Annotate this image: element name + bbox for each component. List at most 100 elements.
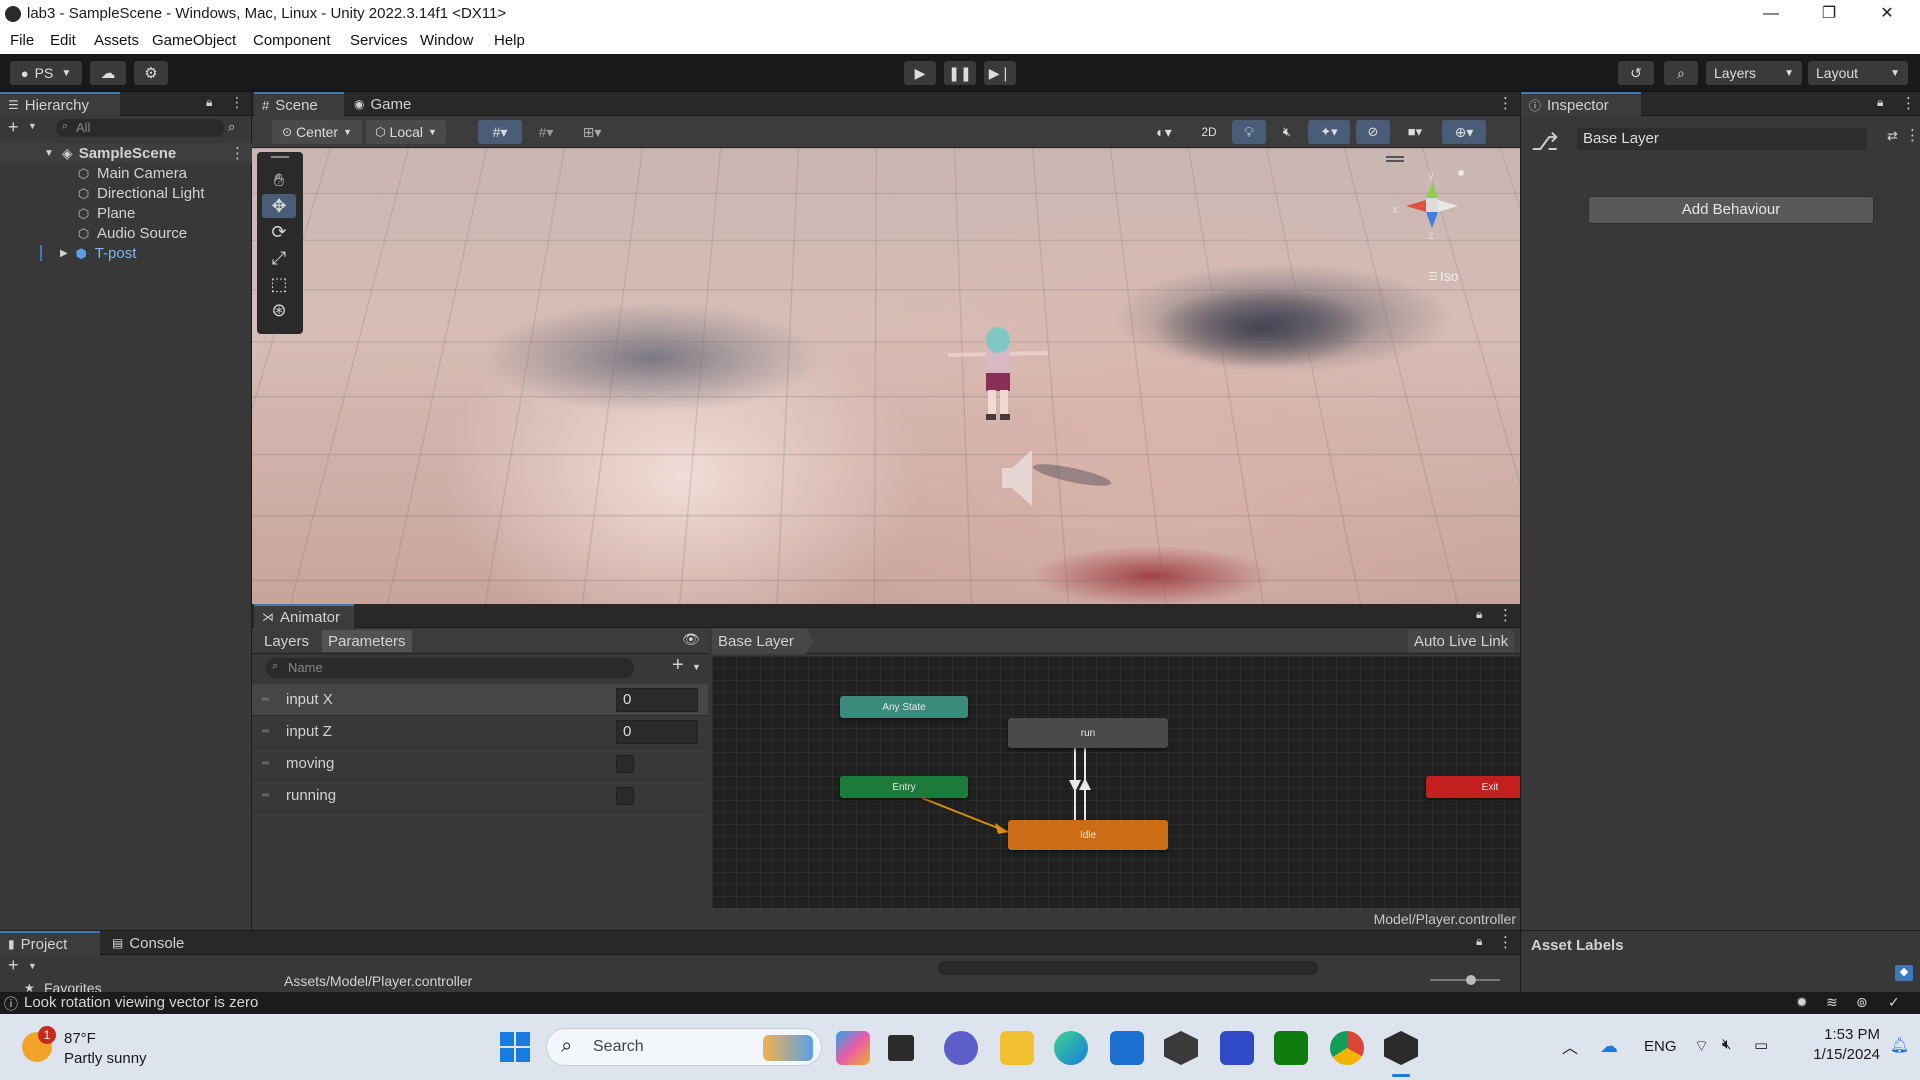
step-button[interactable]: ▶❘: [984, 61, 1016, 85]
collab-button[interactable]: ⚙: [134, 61, 168, 85]
menu-assets[interactable]: Assets: [94, 32, 139, 49]
parameter-row-input-z[interactable]: ═ input Z 0: [252, 716, 708, 748]
state-entry[interactable]: Entry: [840, 776, 968, 798]
menu-edit[interactable]: Edit: [50, 32, 76, 49]
edge-browser-icon[interactable]: [1054, 1031, 1088, 1065]
pause-button[interactable]: ❚❚: [944, 61, 976, 85]
scene-viewport[interactable]: ✋︎ ✥ ⟳ ⤢ ⬚ ⊛ y x z ■ ☰ Iso: [252, 148, 1520, 604]
hierarchy-item-main-camera[interactable]: ⬡ Main Camera: [0, 163, 252, 183]
rotate-tool-button[interactable]: ⟳: [262, 220, 296, 244]
search-scope-icon[interactable]: ⌕: [228, 119, 235, 135]
tab-game[interactable]: ◉ Game: [346, 92, 426, 116]
teams-chat-icon[interactable]: [944, 1031, 978, 1065]
tab-scene[interactable]: # Scene: [254, 92, 344, 116]
visual-studio-icon[interactable]: [1220, 1031, 1254, 1065]
minimize-button[interactable]: —: [1742, 0, 1800, 28]
lock-icon[interactable]: 🔒︎: [1877, 95, 1883, 110]
audio-toggle[interactable]: 🔇︎: [1270, 120, 1304, 144]
layers-stack-icon[interactable]: ≋: [1826, 994, 1838, 1011]
more-icon[interactable]: ⋮: [230, 94, 244, 111]
parameter-row-moving[interactable]: ═ moving: [252, 748, 708, 780]
toggle-2d-button[interactable]: 2D: [1192, 120, 1226, 144]
check-icon[interactable]: ✓: [1888, 994, 1900, 1011]
weather-widget[interactable]: 1 87°F Partly sunny: [20, 1026, 180, 1070]
more-icon[interactable]: ⋮: [1901, 94, 1916, 112]
parameter-row-input-x[interactable]: ═ input X 0: [252, 684, 708, 716]
layers-dropdown[interactable]: Layers ▼: [1706, 61, 1802, 85]
wifi-icon[interactable]: ⌔: [1694, 1036, 1709, 1056]
gizmos-dropdown[interactable]: ⊕▾: [1442, 120, 1486, 144]
eye-icon[interactable]: 👁︎: [682, 631, 700, 648]
drag-handle-icon[interactable]: ═: [262, 726, 274, 737]
drag-handle[interactable]: [271, 156, 289, 158]
taskbar-search[interactable]: ⌕ Search: [546, 1028, 822, 1066]
tab-inspector[interactable]: ⓘ Inspector: [1521, 92, 1641, 116]
parameter-search[interactable]: ⌕ Name: [266, 658, 634, 678]
onedrive-cloud-icon[interactable]: ☁: [1600, 1036, 1618, 1057]
xbox-icon[interactable]: [1274, 1031, 1308, 1065]
menu-file[interactable]: File: [10, 32, 34, 49]
overlay-handle[interactable]: [1386, 156, 1404, 158]
chrome-icon[interactable]: [1330, 1031, 1364, 1065]
auto-live-link-toggle[interactable]: Auto Live Link: [1408, 630, 1515, 652]
start-button[interactable]: [500, 1032, 530, 1062]
tab-project[interactable]: ▮ Project: [0, 931, 100, 955]
debug-icon[interactable]: ✹: [1796, 994, 1808, 1011]
tag-icon[interactable]: ◆: [1895, 965, 1913, 981]
history-button[interactable]: ↺: [1618, 61, 1654, 85]
drag-handle-icon[interactable]: ═: [262, 758, 274, 769]
increment-snap-toggle[interactable]: ⊞▾: [570, 120, 614, 144]
space-dropdown[interactable]: ⬡ Local ▼: [366, 120, 446, 144]
unity-hub-icon[interactable]: [1164, 1031, 1198, 1065]
add-icon[interactable]: +: [8, 955, 19, 976]
cloud-button[interactable]: ☁: [90, 61, 126, 85]
parameter-bool-checkbox[interactable]: [616, 755, 634, 773]
chevron-down-icon[interactable]: ▼: [28, 121, 37, 131]
state-any-state[interactable]: Any State: [840, 696, 968, 718]
slider-handle[interactable]: [1466, 975, 1476, 985]
draw-mode-dropdown[interactable]: ◐▾: [1142, 120, 1186, 144]
expand-right-icon[interactable]: ▶: [60, 248, 68, 259]
lock-icon[interactable]: 🔒︎: [1476, 607, 1482, 622]
t-post-character[interactable]: [938, 318, 1058, 428]
task-view-icon[interactable]: [888, 1035, 914, 1061]
menu-services[interactable]: Services: [350, 32, 408, 49]
drag-handle-icon[interactable]: ═: [262, 694, 274, 705]
lock-icon[interactable]: 🔒︎: [1476, 934, 1482, 949]
parameter-value-field[interactable]: 0: [616, 720, 698, 744]
projection-toggle[interactable]: ☰ Iso: [1428, 268, 1459, 284]
battery-icon[interactable]: ▭: [1754, 1036, 1768, 1054]
more-icon[interactable]: ⋮: [1498, 933, 1513, 951]
audio-source-gizmo-icon[interactable]: [1000, 448, 1040, 508]
menu-window[interactable]: Window: [420, 32, 473, 49]
camera-dropdown[interactable]: ■▾: [1394, 120, 1436, 144]
lock-icon[interactable]: 🔒︎: [206, 95, 212, 110]
drag-handle-icon[interactable]: ═: [262, 790, 274, 801]
hand-tool-button[interactable]: ✋︎: [262, 168, 296, 192]
parameter-name[interactable]: running: [286, 787, 336, 804]
tab-animator[interactable]: ⋊ Animator: [254, 604, 354, 628]
chevron-up-icon[interactable]: ︿: [1562, 1034, 1578, 1058]
state-run[interactable]: run: [1008, 718, 1168, 748]
parameter-name[interactable]: input Z: [286, 723, 332, 740]
restore-button[interactable]: ❐: [1800, 0, 1858, 28]
hierarchy-item-plane[interactable]: ⬡ Plane: [0, 203, 252, 223]
transform-tool-button[interactable]: ⊛: [262, 298, 296, 322]
preset-icon[interactable]: ⇄: [1887, 128, 1898, 144]
parameter-bool-checkbox[interactable]: [616, 787, 634, 805]
lighting-toggle[interactable]: 💡︎: [1232, 120, 1266, 144]
parameter-value-field[interactable]: 0: [616, 688, 698, 712]
parameter-name[interactable]: moving: [286, 755, 334, 772]
language-indicator[interactable]: ENG: [1644, 1038, 1677, 1055]
more-icon[interactable]: ⋮: [230, 144, 245, 162]
pivot-dropdown[interactable]: ⊙ Center ▼: [272, 120, 362, 144]
tab-console[interactable]: ▤ Console: [104, 931, 204, 955]
hidden-objects-toggle[interactable]: ⊘: [1356, 120, 1390, 144]
hierarchy-scene-row[interactable]: ▼ ◈ SampleScene ⋮: [0, 143, 252, 163]
lock-icon[interactable]: ■: [1458, 168, 1464, 179]
add-behaviour-button[interactable]: Add Behaviour: [1588, 196, 1874, 224]
scale-tool-button[interactable]: ⤢: [262, 246, 296, 270]
more-icon[interactable]: ⋮: [1905, 126, 1920, 144]
grid-visibility-toggle[interactable]: #▾: [526, 120, 566, 144]
copilot-icon[interactable]: [836, 1031, 870, 1065]
